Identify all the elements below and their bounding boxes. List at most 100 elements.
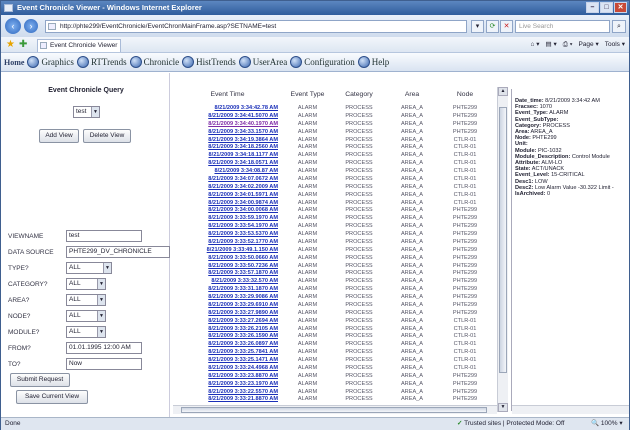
nav-help[interactable]: Help [357, 56, 389, 68]
table-row[interactable]: 8/21/2009 3:34:19.3864 AM ALARM PROCESS ARE… [171, 137, 493, 145]
table-row[interactable]: 8/21/2009 3:33:29.9086 AM ALARM PROCESS ARE… [171, 294, 493, 302]
table-row[interactable]: 8/21/2009 3:33:26.1590 AM ALARM PROCESS ARE… [171, 333, 493, 341]
event-time-link[interactable]: 8/21/2009 3:34:02.2009 AM [171, 184, 284, 192]
table-row[interactable]: 8/21/2009 3:33:59.1970 AM ALARM PROCESS ARE… [171, 215, 493, 223]
event-time-link[interactable]: 8/21/2009 3:33:25.1471 AM [171, 357, 284, 365]
type-select[interactable]: ALL ▼ [66, 262, 112, 274]
save-current-view-button[interactable]: Save Current View [16, 390, 88, 404]
zoom-level[interactable]: 🔍 100% ▾ [591, 418, 623, 430]
col-category[interactable]: Category [331, 91, 387, 105]
add-favorites-icon[interactable]: ✚ [19, 39, 27, 51]
grid-horizontal-scrollbar[interactable] [173, 405, 497, 414]
module-select[interactable]: ALL ▼ [66, 326, 106, 338]
refresh-icon[interactable]: ⟳ [486, 20, 499, 33]
event-time-link[interactable]: 8/21/2009 3:33:26.0897 AM [171, 341, 284, 349]
forward-arrow-icon[interactable]: › [24, 19, 38, 33]
table-row[interactable]: 8/21/2009 3:34:01.5971 AM ALARM PROCESS ARE… [171, 192, 493, 200]
close-icon[interactable]: ✕ [614, 2, 627, 13]
table-row[interactable]: 8/21/2009 3:34:18.2560 AM ALARM PROCESS ARE… [171, 144, 493, 152]
detail-horizontal-scrollbar[interactable] [512, 405, 629, 414]
event-time-link[interactable]: 8/21/2009 3:33:59.1970 AM [171, 215, 284, 223]
col-node[interactable]: Node [437, 91, 493, 105]
table-row[interactable]: 8/21/2009 3:34:33.1570 AM ALARM PROCESS ARE… [171, 129, 493, 137]
event-time-link[interactable]: 8/21/2009 3:34:08.87 AM [171, 168, 284, 176]
table-row[interactable]: 8/21/2009 3:33:53.5370 AM ALARM PROCESS ARE… [171, 231, 493, 239]
nav-configuration[interactable]: Configuration [290, 56, 355, 68]
table-row[interactable]: 8/21/2009 3:33:57.1870 AM ALARM PROCESS ARE… [171, 270, 493, 278]
scroll-thumb[interactable] [499, 107, 507, 373]
table-row[interactable]: 8/21/2009 3:34:41.5070 AM ALARM PROCESS ARE… [171, 113, 493, 121]
table-row[interactable]: 8/21/2009 3:34:02.2009 AM ALARM PROCESS ARE… [171, 184, 493, 192]
table-row[interactable]: 8/21/2009 3:33:31.1870 AM ALARM PROCESS ARE… [171, 286, 493, 294]
event-time-link[interactable]: 8/21/2009 3:33:26.1590 AM [171, 333, 284, 341]
search-icon[interactable]: ⌕ [612, 20, 626, 33]
table-row[interactable]: 8/21/2009 3:33:23.1970 AM ALARM PROCESS ARE… [171, 381, 493, 389]
event-time-link[interactable]: 8/21/2009 3:33:50.7236 AM [171, 263, 284, 271]
nav-rttrends[interactable]: RTTrends [76, 56, 127, 68]
event-time-link[interactable]: 8/21/2009 3:33:53.5370 AM [171, 231, 284, 239]
page-menu[interactable]: Page ▾ [578, 39, 598, 51]
event-time-link[interactable]: 8/21/2009 3:33:25.7841 AM [171, 349, 284, 357]
address-dropdown-icon[interactable]: ▾ [471, 20, 484, 33]
event-time-link[interactable]: 8/21/2009 3:33:57.1870 AM [171, 270, 284, 278]
table-row[interactable]: 8/21/2009 3:33:27.9890 AM ALARM PROCESS ARE… [171, 310, 493, 318]
event-time-link[interactable]: 8/21/2009 3:33:23.8870 AM [171, 373, 284, 381]
home-toolbar-icon[interactable]: ⌂ ▾ [531, 39, 540, 51]
node-select[interactable]: ALL ▼ [66, 310, 106, 322]
stop-icon[interactable]: ✕ [500, 20, 513, 33]
event-time-link[interactable]: 8/21/2009 3:34:07.0672 AM [171, 176, 284, 184]
event-time-link[interactable]: 8/21/2009 3:33:23.1970 AM [171, 381, 284, 389]
tools-menu[interactable]: Tools ▾ [605, 39, 625, 51]
table-row[interactable]: 8/21/2009 3:33:25.7841 AM ALARM PROCESS ARE… [171, 349, 493, 357]
scroll-down-icon[interactable]: ▼ [498, 403, 508, 412]
event-time-link[interactable]: 8/21/2009 3:33:27.2694 AM [171, 318, 284, 326]
event-time-link[interactable]: 8/21/2009 3:34:18.2560 AM [171, 144, 284, 152]
grid-vertical-scrollbar[interactable]: ▲ ▼ [497, 87, 508, 412]
table-row[interactable]: 8/21/2009 3:33:54.1970 AM ALARM PROCESS ARE… [171, 223, 493, 231]
table-row[interactable]: 8/21/2009 3:34:08.87 AM ALARM PROCESS AREA_… [171, 168, 493, 176]
event-time-link[interactable]: 8/21/2009 3:34:41.5070 AM [171, 113, 284, 121]
event-time-link[interactable]: 8/21/2009 3:33:29.6910 AM [171, 302, 284, 310]
event-time-link[interactable]: 8/21/2009 3:33:50.0660 AM [171, 255, 284, 263]
table-row[interactable]: 8/21/2009 3:33:52.1770 AM ALARM PROCESS ARE… [171, 239, 493, 247]
table-row[interactable]: 8/21/2009 3:33:22.5570 AM ALARM PROCESS ARE… [171, 389, 493, 397]
event-time-link[interactable]: 8/21/2009 3:34:33.1570 AM [171, 129, 284, 137]
table-row[interactable]: 8/21/2009 3:33:49.1.150 AM ALARM PROCESS AR… [171, 247, 493, 255]
view-select[interactable]: test ▼ [73, 106, 100, 118]
table-row[interactable]: 8/21/2009 3:34:42.78 AM ALARM PROCESS AREA_… [171, 105, 493, 113]
table-row[interactable]: 8/21/2009 3:33:50.0660 AM ALARM PROCESS ARE… [171, 255, 493, 263]
col-event-time[interactable]: Event Time [171, 91, 284, 105]
table-row[interactable]: 8/21/2009 3:33:26.0897 AM ALARM PROCESS ARE… [171, 341, 493, 349]
event-time-link[interactable]: 8/21/2009 3:33:54.1970 AM [171, 223, 284, 231]
event-time-link[interactable]: 8/21/2009 3:33:49.1.150 AM [171, 247, 284, 255]
event-time-link[interactable]: 8/21/2009 3:33:31.1870 AM [171, 286, 284, 294]
col-event-type[interactable]: Event Type [284, 91, 331, 105]
favorites-star-icon[interactable]: ★ [6, 39, 15, 51]
event-time-link[interactable]: 8/21/2009 3:34:18.1177 AM [171, 152, 284, 160]
feeds-icon[interactable]: ▤ ▾ [546, 39, 557, 51]
table-row[interactable]: 8/21/2009 3:34:07.0672 AM ALARM PROCESS ARE… [171, 176, 493, 184]
event-time-link[interactable]: 8/21/2009 3:33:22.5570 AM [171, 389, 284, 397]
event-time-link[interactable]: 8/21/2009 3:34:01.5971 AM [171, 192, 284, 200]
home-link[interactable]: Home [4, 58, 24, 67]
delete-view-button[interactable]: Delete View [83, 129, 131, 143]
event-time-link[interactable]: 8/21/2009 3:34:18.0571 AM [171, 160, 284, 168]
col-area[interactable]: Area [387, 91, 437, 105]
datasource-input[interactable]: PHTE299_DV_CHRONICLE [66, 246, 170, 258]
add-view-button[interactable]: Add View [39, 129, 79, 143]
event-time-link[interactable]: 8/21/2009 3:33:52.1770 AM [171, 239, 284, 247]
event-time-link[interactable]: 8/21/2009 3:34:40.1970 AM [171, 121, 284, 129]
table-row[interactable]: 8/21/2009 3:33:27.2694 AM ALARM PROCESS ARE… [171, 318, 493, 326]
table-row[interactable]: 8/21/2009 3:34:18.0571 AM ALARM PROCESS ARE… [171, 160, 493, 168]
submit-request-button[interactable]: Submit Request [10, 373, 70, 387]
event-time-link[interactable]: 8/21/2009 3:33:29.9086 AM [171, 294, 284, 302]
table-row[interactable]: 8/21/2009 3:33:26.2105 AM ALARM PROCESS ARE… [171, 326, 493, 334]
table-row[interactable]: 8/21/2009 3:33:23.8870 AM ALARM PROCESS ARE… [171, 373, 493, 381]
print-icon[interactable]: ⎙ ▾ [563, 39, 573, 51]
viewname-input[interactable]: test [66, 230, 142, 242]
table-row[interactable]: 8/21/2009 3:33:29.6910 AM ALARM PROCESS ARE… [171, 302, 493, 310]
minimize-icon[interactable]: – [586, 2, 599, 13]
to-input[interactable]: Now [66, 358, 142, 370]
table-row[interactable]: 8/21/2009 3:33:21.8870 AM ALARM PROCESS ARE… [171, 396, 493, 404]
back-arrow-icon[interactable]: ‹ [5, 18, 21, 34]
